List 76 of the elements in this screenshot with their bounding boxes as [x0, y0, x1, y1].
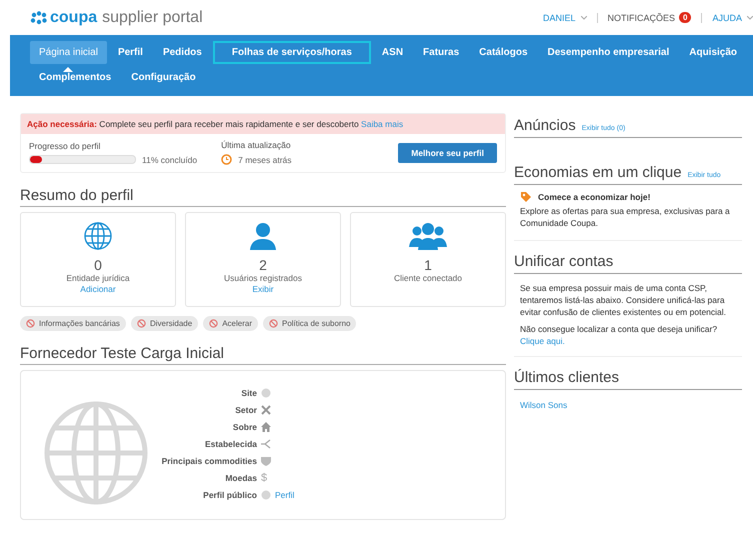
count-value: 1 [424, 257, 432, 273]
nav-tab[interactable]: Configuração [122, 66, 205, 89]
unify-text: Se sua empresa possuir mais de uma conta CSP, tentaremos listá-las abaixo. Considere unificá-las para evitar confusão de clientes existentes ou em potencial. [520, 282, 728, 318]
blocked-icon [209, 319, 218, 328]
clock-icon [221, 154, 232, 165]
nav-tab[interactable]: Perfil [108, 41, 152, 64]
offer-headline: Comece a economizar hoje! [538, 192, 650, 202]
globe-icon [83, 221, 113, 251]
blocked-icon [136, 319, 146, 328]
status-chip[interactable]: Informações bancárias [20, 316, 126, 331]
circle-icon [261, 388, 271, 398]
count-label: Usuários registrados [224, 273, 302, 283]
caret-icon [580, 16, 587, 20]
blocked-icon [26, 319, 35, 328]
section-title: Fornecedor Teste Carga Inicial [20, 345, 506, 365]
field-label: Estabelecida [204, 438, 257, 448]
section-title: Anúncios [514, 117, 576, 134]
user-menu[interactable]: DANIEL [543, 12, 576, 22]
count-label: Entidade jurídica [66, 273, 130, 283]
status-chip[interactable]: Acelerar [203, 316, 258, 331]
section-title: Economias em um clique [514, 164, 682, 181]
profile-link[interactable]: Perfil [275, 490, 294, 500]
section-title: Unificar contas [514, 252, 614, 270]
tools-icon [261, 404, 271, 414]
globe-icon [43, 400, 149, 506]
nav-tab[interactable]: Faturas [414, 41, 468, 64]
alert-message: Ação necessária: Complete seu perfil para receber mais rapidamente e ser descoberto Saiba mais [21, 114, 505, 134]
card-link[interactable]: Adicionar [80, 284, 116, 294]
pointer-icon [63, 67, 74, 72]
field-label: Perfil público [202, 490, 257, 500]
improve-profile-button[interactable]: Melhore seu perfil [398, 142, 497, 162]
nav-tab[interactable]: Aquisição [680, 41, 746, 64]
nav-tab[interactable]: ASN [372, 41, 412, 64]
user-icon [248, 221, 278, 251]
section-title: Últimos clientes [514, 369, 620, 386]
logo-text: supplier portal [102, 8, 203, 26]
count-value: 0 [94, 257, 102, 273]
logo-brand: coupa [50, 8, 98, 26]
field-label: Site [240, 388, 257, 398]
field-label: Setor [234, 404, 257, 414]
unify-question: Não consegue localizar a conta que deseja unificar? [520, 324, 718, 336]
last-update-label: Última atualização [221, 140, 292, 150]
currency-symbol: $ [261, 472, 268, 484]
client-link[interactable]: Wilson Sons [520, 400, 568, 410]
logo-icon [30, 10, 48, 24]
card-link[interactable]: Exibir [252, 284, 274, 294]
nav-tab[interactable]: Complementos [30, 66, 120, 89]
count-label: Cliente conectado [394, 273, 462, 283]
nav-tab[interactable]: Pedidos [154, 41, 211, 64]
offer-text: Explore as ofertas para sua empresa, exclusivas para a Comunidade Coupa. [520, 206, 731, 230]
shield-icon [261, 456, 271, 466]
field-label: Principais commodities [160, 456, 257, 466]
blocked-icon [268, 319, 278, 328]
home-icon [261, 422, 271, 432]
section-title: Resumo do perfil [20, 187, 506, 207]
tag-icon [520, 191, 532, 203]
count-value: 2 [259, 257, 267, 273]
caret-icon [747, 16, 753, 20]
progress-reading: 11% concluído [142, 154, 198, 164]
notifications-link[interactable]: NOTIFICAÇÕES [608, 12, 676, 22]
status-chip[interactable]: Política de suborno [262, 316, 356, 331]
nav-tab[interactable]: Desempenho empresarial [538, 41, 678, 64]
status-chip[interactable]: Diversidade [130, 316, 198, 331]
click-here-link[interactable]: Clique aqui. [520, 336, 565, 346]
circle-icon [261, 490, 271, 500]
nav-tab[interactable]: Catálogos [470, 41, 537, 64]
last-update-value: 7 meses atrás [238, 154, 292, 164]
learn-more-link[interactable]: Saiba mais [361, 119, 404, 129]
users-icon [409, 221, 447, 251]
field-label: Sobre [232, 422, 257, 432]
progress-label: Progresso do perfil [29, 140, 102, 150]
notification-count: 0 [679, 12, 692, 23]
help-menu[interactable]: AJUDA [712, 12, 742, 22]
field-label: Moedas [224, 472, 257, 482]
nav-tab[interactable]: Folhas de serviços/horas [212, 41, 371, 64]
branch-icon [261, 438, 271, 448]
